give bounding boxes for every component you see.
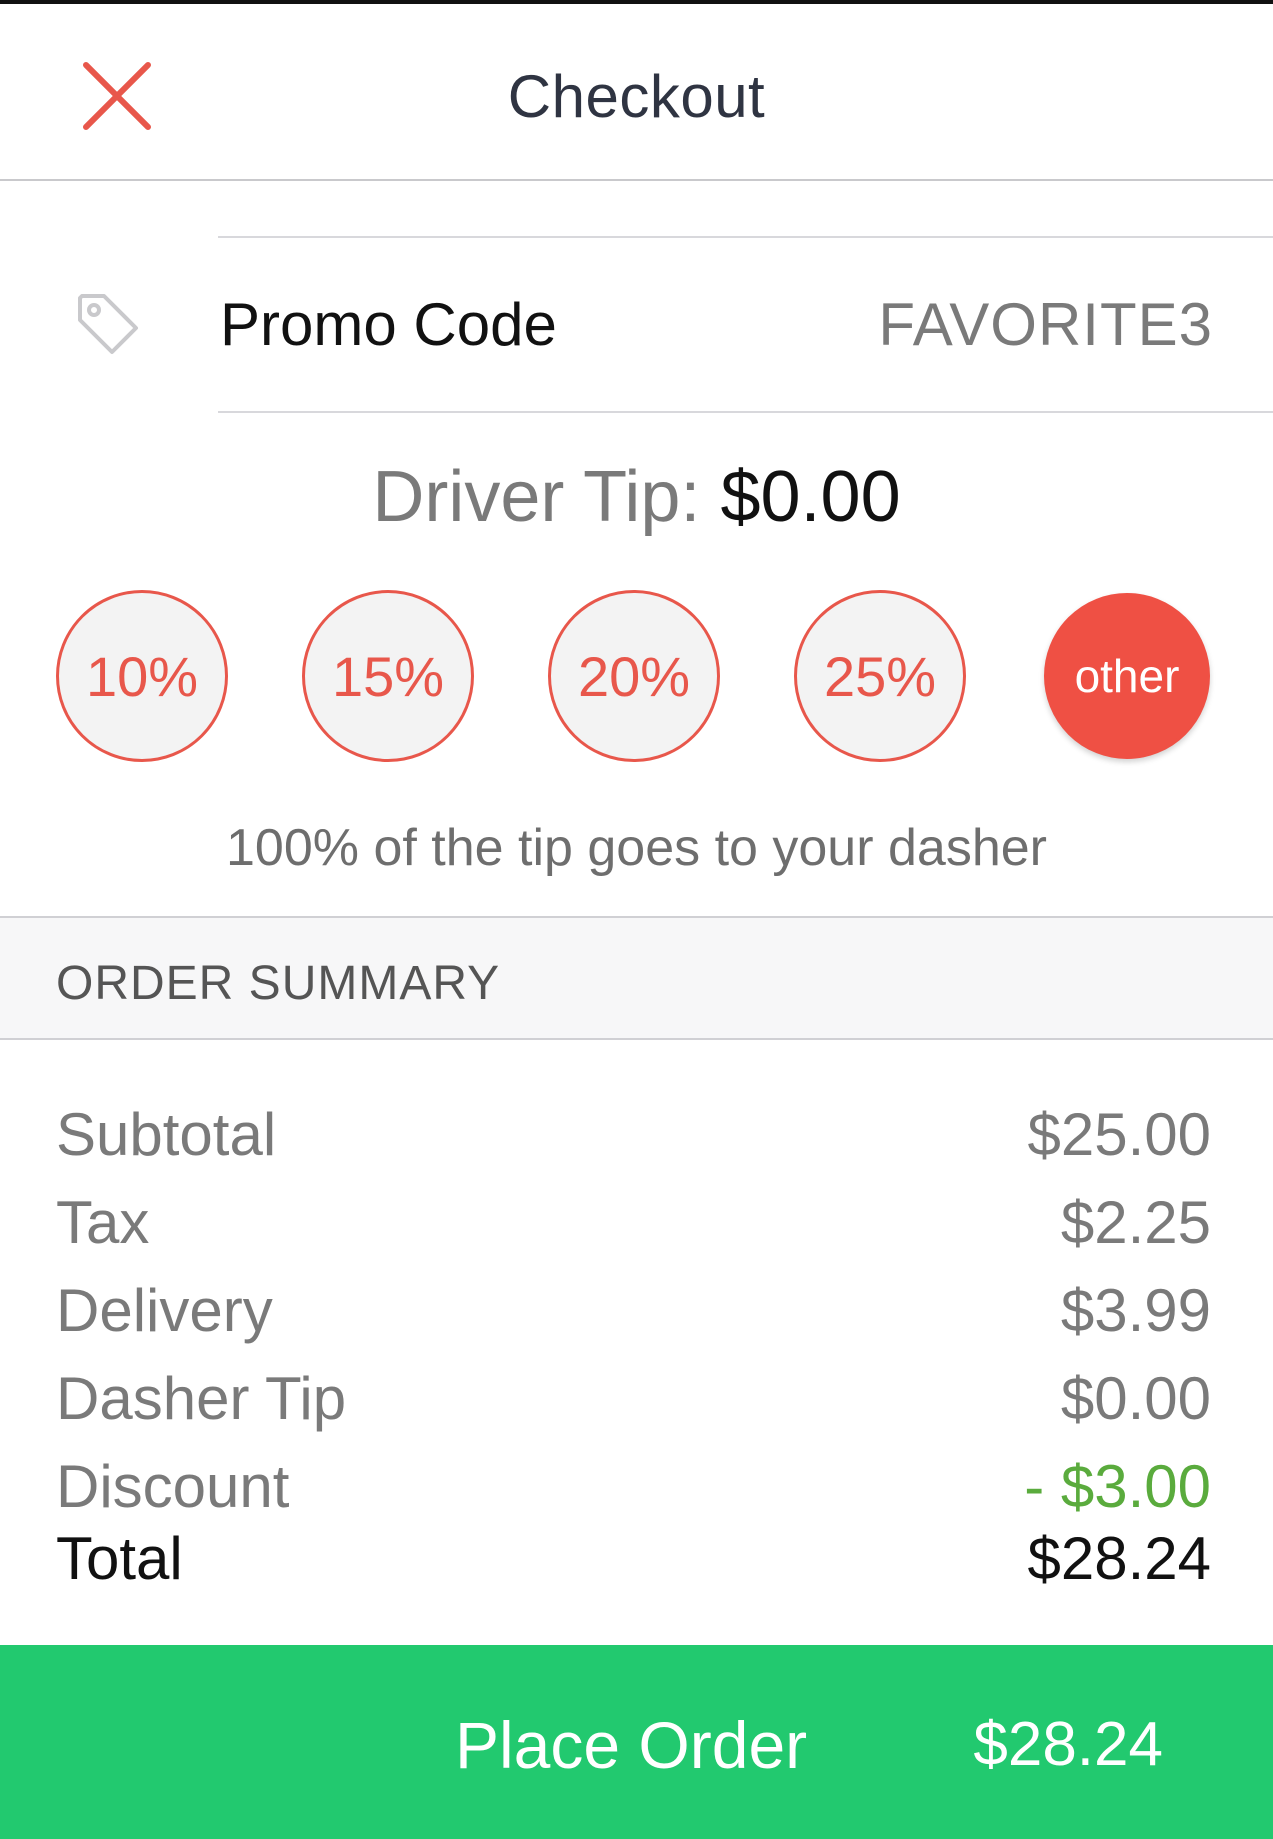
summary-row-dasher-tip: Dasher Tip $0.00 <box>56 1364 1211 1452</box>
summary-row-tax: Tax $2.25 <box>56 1188 1211 1276</box>
order-summary-lines: Subtotal $25.00 Tax $2.25 Delivery $3.99… <box>56 1100 1211 1604</box>
tip-option-15[interactable]: 15% <box>302 590 474 762</box>
tag-icon <box>78 294 138 354</box>
tip-option-other[interactable]: other <box>1044 593 1210 759</box>
summary-label: Subtotal <box>56 1101 277 1168</box>
header: Checkout <box>0 4 1273 181</box>
driver-tip-amount: $0.00 <box>720 457 901 537</box>
divider <box>218 411 1273 413</box>
summary-value: $3.99 <box>1060 1277 1211 1344</box>
summary-value: $25.00 <box>1027 1101 1211 1168</box>
checkout-screen: Checkout Promo Code FAVORITE3 Driver Tip… <box>0 0 1273 1839</box>
promo-code-label: Promo Code <box>220 291 557 358</box>
summary-row-total: Total $28.24 <box>56 1524 1211 1604</box>
promo-code-value: FAVORITE3 <box>878 291 1213 358</box>
summary-row-subtotal: Subtotal $25.00 <box>56 1100 1211 1188</box>
tip-options: 10% 15% 20% 25% other <box>0 590 1273 762</box>
tip-option-20[interactable]: 20% <box>548 590 720 762</box>
driver-tip-summary: Driver Tip: $0.00 <box>0 456 1273 538</box>
summary-value: $2.25 <box>1060 1189 1211 1256</box>
total-label: Total <box>56 1525 183 1592</box>
driver-tip-label: Driver Tip: <box>372 457 701 537</box>
summary-label: Tax <box>56 1189 150 1256</box>
tip-option-10[interactable]: 10% <box>56 590 228 762</box>
summary-value: - $3.00 <box>1024 1453 1211 1520</box>
order-summary-header: ORDER SUMMARY <box>0 916 1273 1040</box>
summary-label: Dasher Tip <box>56 1365 347 1432</box>
total-value: $28.24 <box>1027 1525 1211 1592</box>
place-order-label: Place Order <box>455 1708 808 1782</box>
place-order-button[interactable]: Place Order $28.24 <box>0 1645 1273 1839</box>
order-summary-title: ORDER SUMMARY <box>56 957 501 1010</box>
summary-value: $0.00 <box>1060 1365 1211 1432</box>
summary-row-delivery: Delivery $3.99 <box>56 1276 1211 1364</box>
summary-label: Discount <box>56 1453 290 1520</box>
place-order-price: $28.24 <box>973 1710 1163 1779</box>
tip-note: 100% of the tip goes to your dasher <box>226 819 1047 877</box>
page-title: Checkout <box>507 63 766 130</box>
summary-label: Delivery <box>56 1277 273 1344</box>
promo-code-row[interactable]: Promo Code FAVORITE3 <box>0 238 1273 412</box>
tip-option-25[interactable]: 25% <box>794 590 966 762</box>
